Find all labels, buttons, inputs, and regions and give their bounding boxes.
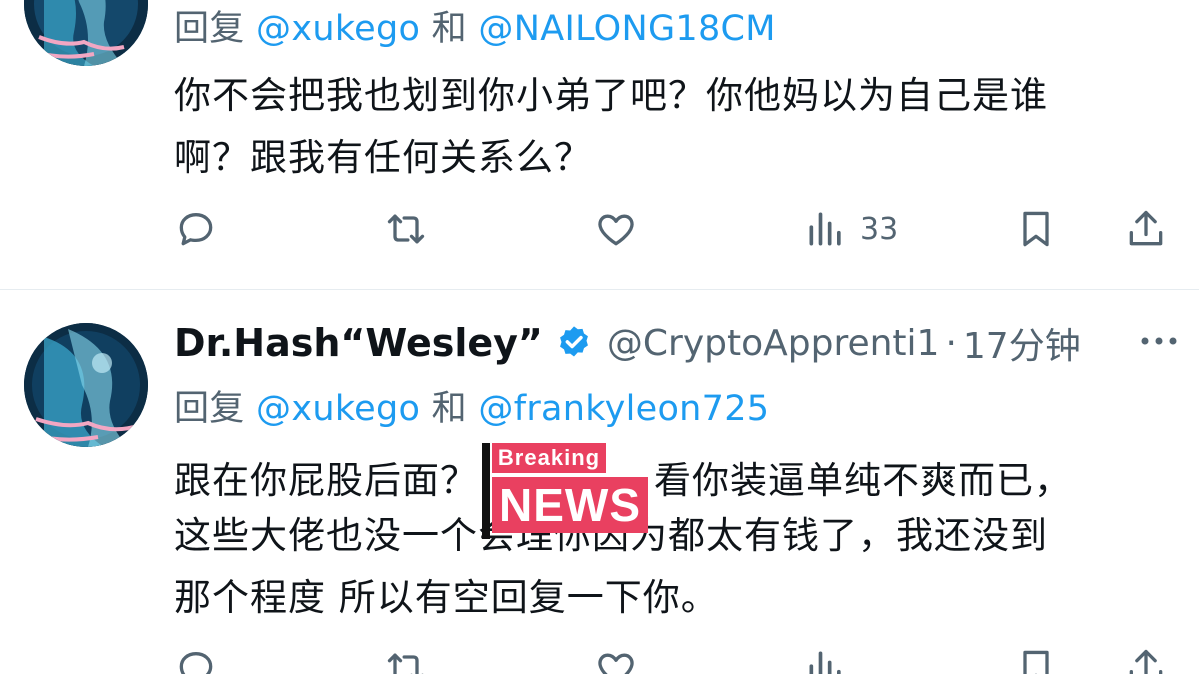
divider	[0, 289, 1199, 290]
tweet-text-line: 跟在你屁股后面？ Breaking NEWS 看你装逼单纯不爽而已，	[174, 443, 1072, 539]
reply-icon	[179, 213, 213, 246]
timestamp[interactable]: 17分钟	[963, 317, 1081, 369]
reply-conj: 和	[431, 9, 467, 49]
reply-context: 回复 @xukego 和 @NAILONG18CM	[174, 0, 776, 51]
like-button[interactable]	[594, 207, 638, 251]
user-handle[interactable]: @CryptoApprenti1	[607, 323, 940, 364]
share-icon	[1129, 210, 1163, 246]
avatar[interactable]	[24, 0, 148, 66]
reply-context: 回复 @xukego 和 @frankyleon725	[174, 380, 769, 431]
tweet-text-segment: 跟在你屁股后面？	[174, 459, 478, 502]
retweet-button[interactable]	[384, 207, 428, 251]
share-button[interactable]	[1124, 646, 1168, 674]
reply-prefix: 回复	[174, 9, 245, 49]
reply-button[interactable]	[174, 207, 218, 251]
tweet-text: 跟在你屁股后面？ Breaking NEWS 看你装逼单纯不爽而已， 这些大佬也没一个…	[174, 443, 1072, 629]
reply-conj: 和	[431, 389, 467, 429]
reply-prefix: 回复	[174, 389, 245, 429]
verified-icon	[559, 326, 588, 357]
bookmark-icon	[1023, 211, 1049, 247]
avatar-image	[24, 323, 148, 447]
avatar-image	[24, 0, 148, 66]
like-icon	[598, 653, 634, 674]
retweet-icon	[387, 214, 425, 244]
avatar[interactable]	[24, 323, 148, 447]
bookmark-button[interactable]	[1014, 646, 1058, 674]
display-name[interactable]: Dr.Hash“Wesley”	[174, 321, 543, 365]
breaking-news-sticker: Breaking NEWS	[482, 443, 650, 539]
views-icon	[809, 651, 841, 674]
mention-link[interactable]: @xukego	[256, 389, 420, 429]
separator-dot: ·	[945, 322, 957, 364]
tweet-text-line: 啊？跟我有任何关系么？	[174, 136, 592, 179]
views-count: 33	[860, 211, 899, 247]
bookmark-button[interactable]	[1014, 207, 1058, 251]
like-button[interactable]	[594, 646, 638, 674]
share-button[interactable]	[1124, 207, 1168, 251]
bookmark-icon	[1023, 650, 1049, 674]
more-icon[interactable]	[1137, 326, 1181, 356]
mention-link[interactable]: @xukego	[256, 9, 420, 49]
like-icon	[598, 214, 634, 246]
mention-link[interactable]: @frankyleon725	[478, 389, 769, 429]
share-icon	[1129, 649, 1163, 674]
tweet-text-line: 你不会把我也划到你小弟了吧？你他妈以为自己是谁	[174, 74, 1048, 117]
tweet-text-line: 那个程度 所以有空回复一下你。	[174, 576, 719, 619]
tweet-text-segment: 看你装逼单纯不爽而已，	[654, 459, 1072, 502]
reply-icon	[179, 652, 213, 674]
tweet-text: 你不会把我也划到你小弟了吧？你他妈以为自己是谁 啊？跟我有任何关系么？	[174, 65, 1048, 189]
views-button[interactable]	[804, 646, 848, 674]
views-icon	[809, 212, 841, 246]
views-button[interactable]: 33	[804, 207, 898, 251]
reply-button[interactable]	[174, 646, 218, 674]
retweet-icon	[387, 653, 424, 674]
tweet-thread: 回复 @xukego 和 @NAILONG18CM 你不会把我也划到你小弟了吧？…	[0, 0, 1199, 674]
sticker-top-label: Breaking	[492, 443, 606, 473]
retweet-button[interactable]	[384, 646, 428, 674]
mention-link[interactable]: @NAILONG18CM	[478, 9, 775, 49]
sticker-bar	[482, 443, 490, 539]
tweet-header: Dr.Hash“Wesley” @CryptoApprenti1 · 17分钟	[174, 318, 1081, 368]
sticker-bottom-label: NEWS	[492, 477, 648, 533]
